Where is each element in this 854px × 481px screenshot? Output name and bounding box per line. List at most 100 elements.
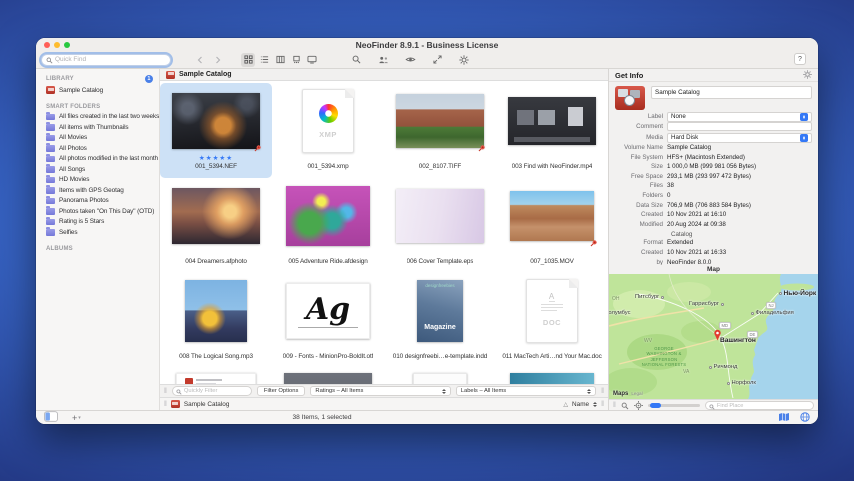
file-item-009-minionpro-boldit-otf[interactable]: Ag 009 - Fonts - MinionPro-BoldIt.otf <box>272 273 384 368</box>
smart-folder-icon <box>46 217 55 225</box>
file-item-007-1035-mov[interactable]: 007_1035.MOV <box>496 178 608 273</box>
main-browser: Sample Catalog ★★★★★ 001_5394.NEF XMP 00… <box>160 69 608 410</box>
national-forest-label: GEORGE WASHINGTON & JEFFERSON NATIONAL F… <box>641 346 687 367</box>
icon-view-button[interactable] <box>241 52 255 67</box>
map-city-label: Колумбус <box>609 310 631 316</box>
labels-filter-select[interactable]: Labels – All Items <box>455 386 597 396</box>
resize-handle[interactable]: ‖ <box>164 401 167 408</box>
column-view-button[interactable] <box>273 53 287 67</box>
stepper-arrows-icon <box>593 401 598 407</box>
sort-direction-icon[interactable]: △ <box>563 401 568 408</box>
file-item-003-find-with-neofinder-mp4[interactable]: 003 Find with NeoFinder.mp4 <box>496 83 608 178</box>
file-item-005-adventure-ride-afdesign[interactable]: 005 Adventure Ride.afdesign <box>272 178 384 273</box>
smart-folder-icon <box>46 185 55 194</box>
file-item-004-dreamers-afphoto[interactable]: 004 Dreamers.afphoto <box>160 178 272 273</box>
info-row: Free Space 293,1 MB (293 997 472 Bytes) <box>631 172 751 180</box>
file-item-011-mactech-article-doc[interactable]: A DOC 011 MacTech Arti…nd Your Mac.doc <box>496 273 608 368</box>
geotag-pin-icon <box>253 144 262 153</box>
thumbnail-partial <box>413 373 467 384</box>
quick-find-input[interactable] <box>55 56 166 63</box>
resize-handle[interactable]: ‖ <box>164 388 167 395</box>
help-button[interactable]: ? <box>794 53 806 65</box>
file-name: 007_1035.MOV <box>530 258 574 265</box>
file-item-001-5394-xmp[interactable]: XMP 001_5394.xmp <box>272 83 384 178</box>
toolbar: ? <box>36 51 818 69</box>
photos-flower-icon <box>318 104 338 123</box>
globe-button[interactable] <box>800 409 810 425</box>
sidebar-item-smart-folder[interactable]: All Songs <box>36 164 159 175</box>
comment-input[interactable] <box>667 121 812 132</box>
titlebar: NeoFinder 8.9.1 - Business License <box>36 38 818 51</box>
users-button[interactable] <box>376 53 390 67</box>
file-name: 005 Adventure Ride.afdesign <box>288 258 368 265</box>
toggle-sidebar-button[interactable] <box>44 409 58 425</box>
expand-button[interactable] <box>430 53 444 67</box>
file-item-001-5394-nef[interactable]: ★★★★★ 001_5394.NEF <box>160 83 272 178</box>
sidebar-item-smart-folder[interactable]: Photos taken "On This Day" (OTD) <box>36 206 159 217</box>
rating-stars[interactable]: ★★★★★ <box>199 154 233 163</box>
file-name: 002_8107.TIFF <box>418 163 462 170</box>
file-item-006-cover-template-eps[interactable]: 006 Cover Template.eps <box>384 178 496 273</box>
map-view[interactable]: Нью-Йорк Филадельфия Вашингтон Питсбург … <box>609 274 818 399</box>
show-map-button[interactable] <box>778 409 790 425</box>
file-item-008-the-logical-song-mp3[interactable]: 008 The Logical Song.mp3 <box>160 273 272 368</box>
resize-handle[interactable]: ‖ <box>601 388 604 395</box>
media-select[interactable]: Hard Disk <box>667 133 812 143</box>
find-button[interactable] <box>349 53 363 67</box>
label-select[interactable]: None <box>667 112 812 122</box>
add-button[interactable]: + ▾ <box>72 413 81 423</box>
thumbnail-illustration <box>286 186 370 246</box>
file-name: 004 Dreamers.afphoto <box>185 258 247 265</box>
sidebar-item-smart-folder[interactable]: Items with GPS Geotag <box>36 185 159 196</box>
quick-filter-input[interactable] <box>183 388 248 394</box>
sidebar-item-smart-folder[interactable]: All Movies <box>36 133 159 144</box>
file-item-partial[interactable] <box>496 368 608 384</box>
map-legal-link[interactable]: Legal <box>631 391 642 396</box>
get-info-gear-button[interactable] <box>803 69 812 84</box>
back-button[interactable] <box>193 53 207 67</box>
gallery-view-button[interactable] <box>289 53 303 67</box>
file-name: 008 The Logical Song.mp3 <box>179 353 253 360</box>
preview-eye-button[interactable] <box>403 53 417 67</box>
catalog-icon <box>46 86 55 95</box>
dropdown-stepper-icon <box>800 134 808 142</box>
file-item-002-8107-tiff[interactable]: 002_8107.TIFF <box>384 83 496 178</box>
geotag-pin-icon <box>477 144 486 153</box>
fullscreen-view-button[interactable] <box>305 53 319 67</box>
sidebar-item-smart-folder[interactable]: All files created in the last two weeks <box>36 112 159 123</box>
sidebar-item-smart-folder[interactable]: Rating is 5 Stars <box>36 217 159 228</box>
sidebar-item-sample-catalog[interactable]: Sample Catalog <box>36 85 159 96</box>
list-view-button[interactable] <box>257 53 271 67</box>
catalog-name-input[interactable] <box>651 86 812 99</box>
sort-by-select[interactable]: Name <box>572 401 589 408</box>
info-row: Volume Name Sample Catalog <box>624 144 712 152</box>
sidebar-item-smart-folder[interactable]: All photos modified in the last month <box>36 154 159 165</box>
city-dot <box>779 292 782 295</box>
path-catalog-label[interactable]: Sample Catalog <box>184 401 229 408</box>
quick-filter-field[interactable] <box>171 386 252 396</box>
thumbnail-castle-photo <box>396 94 484 148</box>
sidebar-item-smart-folder[interactable]: Panorama Photos <box>36 196 159 207</box>
resize-handle[interactable]: ‖ <box>601 401 604 408</box>
sidebar-item-smart-folder[interactable]: Selfies <box>36 227 159 238</box>
filter-options-button[interactable]: Filter Options <box>256 386 306 396</box>
settings-gear-button[interactable] <box>457 53 471 67</box>
file-name: 010 designfreebi…e-template.indd <box>392 353 488 360</box>
sidebar-item-smart-folder[interactable]: All items with Thumbnails <box>36 122 159 133</box>
file-item-010-magazine-template-indd[interactable]: designfreebies Magazine 010 designfreebi…… <box>384 273 496 368</box>
map-city-label: Гаррисбург <box>689 301 724 307</box>
forward-button[interactable] <box>211 53 225 67</box>
quick-find-field[interactable] <box>41 53 171 66</box>
file-item-partial[interactable] <box>384 368 496 384</box>
smart-folder-icon <box>46 164 55 173</box>
albums-section-header: ALBUMS <box>46 245 73 252</box>
file-item-partial[interactable] <box>160 368 272 384</box>
sidebar-item-smart-folder[interactable]: HD Movies <box>36 175 159 186</box>
resize-handle[interactable]: ‖ <box>613 402 616 409</box>
ratings-filter-select[interactable]: Ratings – All Items <box>310 386 451 396</box>
sidebar-item-smart-folder[interactable]: All Photos <box>36 143 159 154</box>
zoom-slider-knob[interactable] <box>649 402 661 409</box>
map-zoom-slider[interactable] <box>647 402 700 409</box>
filter-bar: ‖ Filter Options Ratings – All Items Lab… <box>160 384 608 397</box>
file-item-partial[interactable] <box>272 368 384 384</box>
